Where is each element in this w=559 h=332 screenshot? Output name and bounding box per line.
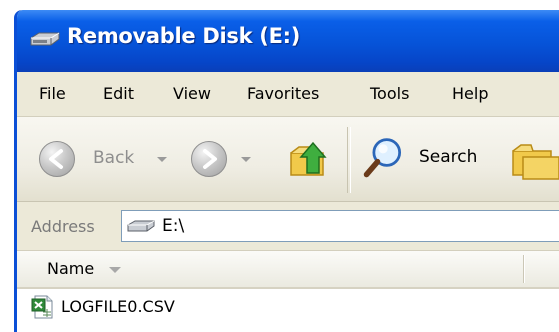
- address-label: Address: [31, 217, 95, 236]
- menu-view[interactable]: View: [173, 84, 211, 103]
- search-icon: [363, 138, 402, 178]
- file-list-view[interactable]: Name LOGFILE0.CSV: [17, 251, 559, 332]
- forward-button[interactable]: [189, 139, 269, 179]
- search-button[interactable]: Search: [361, 133, 489, 183]
- address-bar: Address E:\: [17, 202, 559, 251]
- forward-dropdown-icon[interactable]: [241, 157, 251, 162]
- menu-help[interactable]: Help: [452, 84, 488, 103]
- excel-csv-file-icon: [31, 295, 53, 319]
- search-label: Search: [419, 147, 478, 167]
- removable-drive-icon: [30, 32, 60, 46]
- title-bar[interactable]: Removable Disk (E:): [17, 10, 559, 72]
- list-item[interactable]: LOGFILE0.CSV: [31, 295, 331, 319]
- back-label: Back: [93, 148, 135, 168]
- toolbar-separator: [347, 127, 351, 193]
- address-input[interactable]: E:\: [121, 210, 559, 242]
- column-header-name[interactable]: Name: [47, 259, 94, 278]
- menu-file[interactable]: File: [39, 84, 66, 103]
- removable-drive-icon: [127, 220, 155, 232]
- menu-tools[interactable]: Tools: [370, 84, 409, 103]
- explorer-window: Removable Disk (E:) File Edit View Favor…: [14, 10, 559, 332]
- back-arrow-icon: [39, 141, 75, 177]
- menu-bar: File Edit View Favorites Tools Help: [17, 72, 559, 117]
- forward-arrow-icon: [191, 141, 227, 177]
- folders-icon: [512, 144, 559, 180]
- menu-favorites[interactable]: Favorites: [247, 84, 319, 103]
- standard-toolbar: Back Search: [17, 117, 559, 202]
- window-title: Removable Disk (E:): [67, 24, 301, 48]
- column-divider[interactable]: [523, 255, 525, 283]
- back-dropdown-icon[interactable]: [157, 157, 167, 162]
- address-value: E:\: [162, 216, 185, 236]
- column-header-bar: Name: [17, 251, 559, 289]
- sort-arrow-icon: [109, 267, 121, 273]
- up-folder-icon: [290, 141, 327, 176]
- file-name: LOGFILE0.CSV: [61, 297, 175, 316]
- up-folder-button[interactable]: [287, 135, 333, 181]
- folders-button[interactable]: [511, 137, 559, 181]
- back-button[interactable]: Back: [37, 139, 172, 179]
- menu-edit[interactable]: Edit: [103, 84, 134, 103]
